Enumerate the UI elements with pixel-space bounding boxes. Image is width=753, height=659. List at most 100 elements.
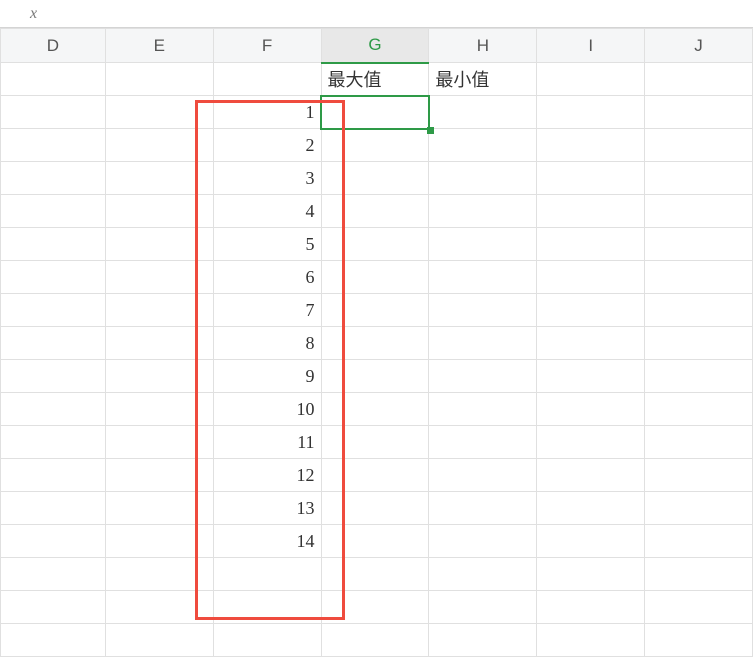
cell[interactable]: [213, 558, 321, 591]
cell-active[interactable]: [321, 96, 429, 129]
cell[interactable]: [429, 195, 537, 228]
cell[interactable]: [1, 96, 106, 129]
cell[interactable]: [645, 129, 753, 162]
cell[interactable]: [537, 525, 645, 558]
cell[interactable]: [645, 459, 753, 492]
cell[interactable]: [213, 624, 321, 657]
cell[interactable]: [429, 228, 537, 261]
cell[interactable]: [537, 63, 645, 96]
cell[interactable]: [429, 624, 537, 657]
cell[interactable]: [537, 195, 645, 228]
cell[interactable]: [1, 360, 106, 393]
cell[interactable]: [645, 228, 753, 261]
cell[interactable]: [1, 327, 106, 360]
cell[interactable]: [537, 327, 645, 360]
cell[interactable]: [1, 261, 106, 294]
cell[interactable]: [645, 162, 753, 195]
cell[interactable]: [105, 228, 213, 261]
cell[interactable]: [105, 162, 213, 195]
col-header-G[interactable]: G: [321, 29, 429, 63]
cell[interactable]: 12: [213, 459, 321, 492]
cell[interactable]: [429, 393, 537, 426]
cell[interactable]: [1, 591, 106, 624]
cell[interactable]: [645, 195, 753, 228]
cell[interactable]: 14: [213, 525, 321, 558]
cell[interactable]: [321, 327, 429, 360]
cell[interactable]: [105, 426, 213, 459]
cell[interactable]: [1, 393, 106, 426]
cell[interactable]: [429, 162, 537, 195]
cell[interactable]: [537, 459, 645, 492]
cell[interactable]: [321, 558, 429, 591]
cell[interactable]: 7: [213, 294, 321, 327]
cell[interactable]: [321, 129, 429, 162]
cell[interactable]: [645, 624, 753, 657]
cell[interactable]: [321, 294, 429, 327]
cell[interactable]: [105, 459, 213, 492]
cell[interactable]: [1, 63, 106, 96]
cell[interactable]: 6: [213, 261, 321, 294]
cell[interactable]: [645, 63, 753, 96]
cell[interactable]: [429, 294, 537, 327]
cell[interactable]: 5: [213, 228, 321, 261]
cell[interactable]: [537, 360, 645, 393]
cell[interactable]: [1, 294, 106, 327]
cell[interactable]: [105, 393, 213, 426]
cell[interactable]: [321, 228, 429, 261]
cell-label-min[interactable]: 最小值: [429, 63, 537, 96]
cell[interactable]: [321, 162, 429, 195]
cell[interactable]: [645, 360, 753, 393]
cell[interactable]: [537, 558, 645, 591]
cell[interactable]: [105, 261, 213, 294]
cell[interactable]: [1, 195, 106, 228]
cell[interactable]: [429, 261, 537, 294]
cell[interactable]: 13: [213, 492, 321, 525]
cell[interactable]: [429, 591, 537, 624]
cell[interactable]: [1, 525, 106, 558]
cell[interactable]: [645, 393, 753, 426]
cell[interactable]: [105, 195, 213, 228]
cell[interactable]: [645, 492, 753, 525]
cell[interactable]: [1, 228, 106, 261]
cell[interactable]: [321, 492, 429, 525]
cell[interactable]: [105, 96, 213, 129]
cell[interactable]: 10: [213, 393, 321, 426]
cell[interactable]: [105, 525, 213, 558]
cell[interactable]: [105, 624, 213, 657]
cell[interactable]: [429, 558, 537, 591]
cell[interactable]: [645, 591, 753, 624]
cell[interactable]: [321, 360, 429, 393]
col-header-E[interactable]: E: [105, 29, 213, 63]
cell[interactable]: [645, 294, 753, 327]
cell[interactable]: [645, 327, 753, 360]
cell[interactable]: 3: [213, 162, 321, 195]
cell[interactable]: [537, 492, 645, 525]
cell[interactable]: [105, 360, 213, 393]
cell[interactable]: [105, 327, 213, 360]
col-header-I[interactable]: I: [537, 29, 645, 63]
cell[interactable]: [645, 96, 753, 129]
cell[interactable]: [537, 261, 645, 294]
cell[interactable]: 9: [213, 360, 321, 393]
cell[interactable]: [429, 327, 537, 360]
cell[interactable]: [537, 591, 645, 624]
cell[interactable]: [1, 624, 106, 657]
cell[interactable]: [645, 261, 753, 294]
cell[interactable]: [429, 129, 537, 162]
grid-table[interactable]: D E F G H I J 最大值 最小值 1 2 3 4: [0, 28, 753, 657]
cell[interactable]: [321, 261, 429, 294]
cell[interactable]: [1, 459, 106, 492]
cell-label-max[interactable]: 最大值: [321, 63, 429, 96]
cell[interactable]: [537, 624, 645, 657]
cell[interactable]: [537, 426, 645, 459]
cell[interactable]: [1, 129, 106, 162]
cell[interactable]: [213, 63, 321, 96]
cell[interactable]: [1, 558, 106, 591]
cell[interactable]: [1, 162, 106, 195]
cell[interactable]: [537, 228, 645, 261]
col-header-J[interactable]: J: [645, 29, 753, 63]
cell[interactable]: [429, 459, 537, 492]
cell[interactable]: [429, 426, 537, 459]
cell[interactable]: [537, 96, 645, 129]
cell[interactable]: [537, 393, 645, 426]
